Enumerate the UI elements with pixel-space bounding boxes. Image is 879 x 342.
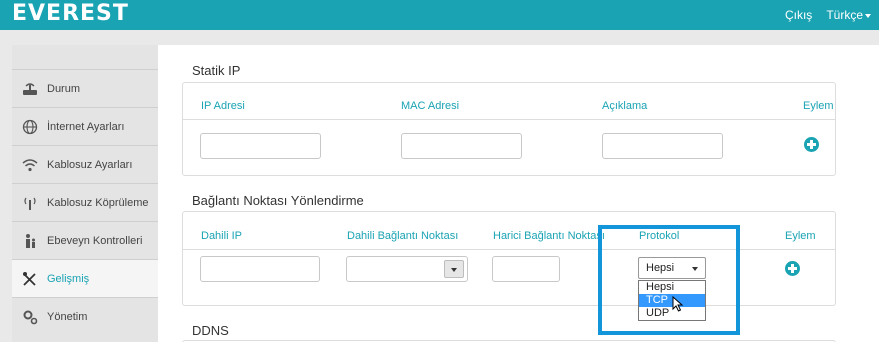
add-static-ip-button[interactable] [804,137,819,152]
internal-port-combo[interactable] [346,256,468,282]
static-ip-input[interactable] [200,133,321,159]
antenna-icon [22,195,38,211]
sidebar-item-label: İnternet Ayarları [47,120,125,133]
chevron-down-icon [865,13,871,18]
ddns-title: DDNS [192,323,229,338]
logout-link[interactable]: Çıkış [785,8,812,22]
internal-ip-input[interactable] [200,256,320,282]
mouse-cursor-icon [672,296,684,312]
port-forwarding-title: Bağlantı Noktası Yönlendirme [192,193,364,208]
column-header-internal-port: Dahili Bağlantı Noktası [347,230,459,242]
sidebar-item-bridge[interactable]: Kablosuz Köprüleme [12,183,158,221]
sidebar-item-durum[interactable]: Durum [12,69,158,107]
sidebar-item-advanced[interactable]: Gelişmiş [12,259,158,297]
column-header-action: Eylem [803,100,834,112]
tools-icon [22,271,38,287]
gears-icon [22,309,38,325]
column-header-action: Eylem [785,230,816,242]
sidebar-item-label: Ebeveyn Kontrolleri [47,234,143,247]
sidebar-item-wireless[interactable]: Kablosuz Ayarları [12,145,158,183]
sidebar-item-label: Kablosuz Köprüleme [47,196,149,209]
column-header-mac: MAC Adresi [401,100,460,112]
top-nav: Çıkış Türkçe [785,0,871,30]
sidebar-item-parental[interactable]: Ebeveyn Kontrolleri [12,221,158,259]
external-port-input[interactable] [492,256,560,282]
sidebar: Durum İnternet Ayarları Kablosuz Ayarlar… [12,45,158,342]
router-icon [22,81,38,97]
main-content: Statik IP IP Adresi MAC Adresi Açıklama … [158,45,879,342]
sidebar-item-label: Gelişmiş [47,272,90,285]
header-divider [183,119,835,120]
brand-logo[interactable]: EVEREST [12,2,129,26]
static-description-input[interactable] [602,133,723,159]
highlight-box [598,225,740,335]
sidebar-item-internet[interactable]: İnternet Ayarları [12,107,158,145]
static-ip-panel: IP Adresi MAC Adresi Açıklama Eylem [182,82,836,176]
static-mac-input[interactable] [401,133,522,159]
language-label: Türkçe [826,8,863,22]
add-port-forwarding-button[interactable] [785,261,800,276]
static-ip-title: Statik IP [192,63,241,78]
sidebar-item-label: Durum [47,82,81,95]
column-header-external-port: Harici Bağlantı Noktası [493,230,605,242]
logo-text: EVEREST [12,1,129,26]
language-menu[interactable]: Türkçe [826,8,871,22]
sidebar-item-label: Yönetim [47,310,88,323]
globe-icon [22,119,38,135]
wifi-icon [22,157,38,173]
family-icon [22,233,38,249]
chevron-down-icon[interactable] [444,260,464,278]
column-header-description: Açıklama [602,100,648,112]
column-header-ip: IP Adresi [201,100,245,112]
top-bar: EVEREST Çıkış Türkçe [0,0,879,30]
sidebar-item-management[interactable]: Yönetim [12,297,158,335]
column-header-internal-ip: Dahili IP [201,230,242,242]
sidebar-item-label: Kablosuz Ayarları [47,158,133,171]
